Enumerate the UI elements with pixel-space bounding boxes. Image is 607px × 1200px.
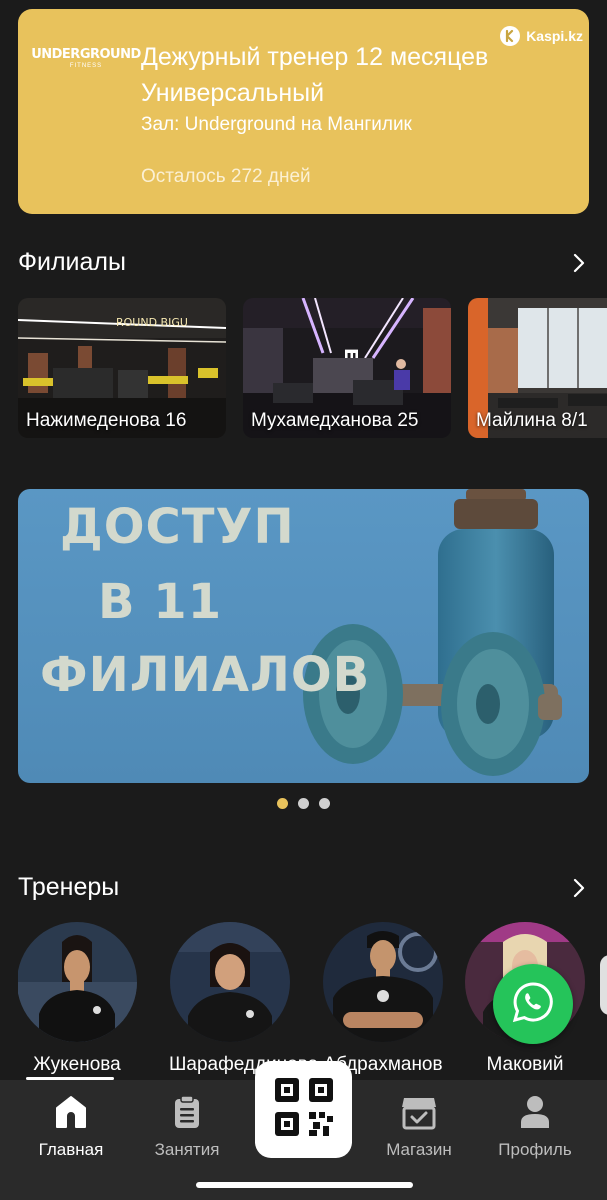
nav-classes[interactable]: Занятия — [132, 1092, 242, 1160]
membership-title: Дежурный тренер 12 месяцев Универсальный — [141, 43, 489, 107]
home-icon — [16, 1092, 126, 1132]
clipboard-icon — [132, 1092, 242, 1132]
branch-label: Мухамедханова 25 — [251, 410, 419, 431]
qr-code-button[interactable] — [255, 1061, 352, 1158]
chevron-right-icon[interactable] — [569, 251, 589, 275]
carousel-dots[interactable] — [277, 798, 330, 809]
trainer-card[interactable]: Абдрахманов — [322, 922, 444, 1076]
membership-card[interactable]: UNDERGROUND FITNESS Дежурный тренер 12 м… — [18, 9, 589, 214]
nav-profile-label: Профиль — [498, 1140, 572, 1159]
trainer-card[interactable]: Шарафеддинова — [169, 922, 318, 1076]
carousel-dot[interactable] — [298, 798, 309, 809]
whatsapp-icon — [510, 979, 556, 1030]
trainers-header[interactable]: Тренеры — [18, 873, 589, 902]
branches-carousel[interactable]: ROUND BIGU Нажимеденова 16 Мухамедханова… — [18, 298, 607, 438]
branch-card[interactable]: ERGRO Мухамедханова 25 — [243, 298, 451, 438]
carousel-dot[interactable] — [319, 798, 330, 809]
nav-store[interactable]: Магазин — [364, 1092, 474, 1160]
svg-text:ROUND BIGU: ROUND BIGU — [116, 316, 188, 329]
trainer-name: Жукенова — [33, 1054, 121, 1075]
branch-card[interactable]: Майлина 8/1 — [468, 298, 607, 438]
banner-line-2: В 11 — [98, 574, 223, 630]
kaspi-icon — [500, 26, 521, 46]
side-handle[interactable] — [600, 955, 607, 1015]
carousel-dot-active[interactable] — [277, 798, 288, 809]
kaspi-badge: Kaspi.kz — [500, 26, 583, 46]
trainer-avatar — [170, 922, 290, 1042]
branch-label: Майлина 8/1 — [476, 410, 588, 431]
gym-logo: UNDERGROUND FITNESS — [31, 47, 141, 69]
trainer-avatar — [18, 922, 137, 1042]
branch-card[interactable]: ROUND BIGU Нажимеденова 16 — [18, 298, 226, 438]
store-icon — [364, 1092, 474, 1132]
trainers-heading: Тренеры — [18, 873, 120, 901]
membership-gym: Зал: Underground на Мангилик — [141, 114, 412, 135]
banner-line-1: ДОСТУП — [60, 499, 295, 555]
nav-home[interactable]: Главная — [16, 1092, 126, 1160]
profile-icon — [480, 1092, 590, 1132]
trainer-avatar — [323, 922, 443, 1042]
nav-classes-label: Занятия — [154, 1140, 220, 1159]
whatsapp-button[interactable] — [493, 964, 573, 1044]
kaspi-label: Kaspi.kz — [526, 28, 583, 44]
trainer-card[interactable]: Жукенова — [18, 922, 138, 1080]
nav-home-label: Главная — [38, 1140, 104, 1159]
home-screen: UNDERGROUND FITNESS Дежурный тренер 12 м… — [0, 0, 607, 1200]
nav-profile[interactable]: Профиль — [480, 1092, 590, 1160]
chevron-right-icon[interactable] — [569, 876, 589, 900]
branches-header[interactable]: Филиалы — [18, 248, 589, 277]
branches-heading: Филиалы — [18, 248, 126, 276]
qr-code-icon — [273, 1076, 335, 1143]
trainer-name: Маковий — [486, 1054, 564, 1075]
promo-banner[interactable]: ДОСТУП В 11 ФИЛИАЛОВ — [18, 489, 589, 783]
nav-store-label: Магазин — [386, 1140, 452, 1159]
home-indicator[interactable] — [196, 1182, 413, 1188]
membership-remaining: Осталось 272 дней — [141, 166, 311, 187]
banner-line-3: ФИЛИАЛОВ — [40, 647, 371, 703]
branch-label: Нажимеденова 16 — [26, 410, 187, 431]
